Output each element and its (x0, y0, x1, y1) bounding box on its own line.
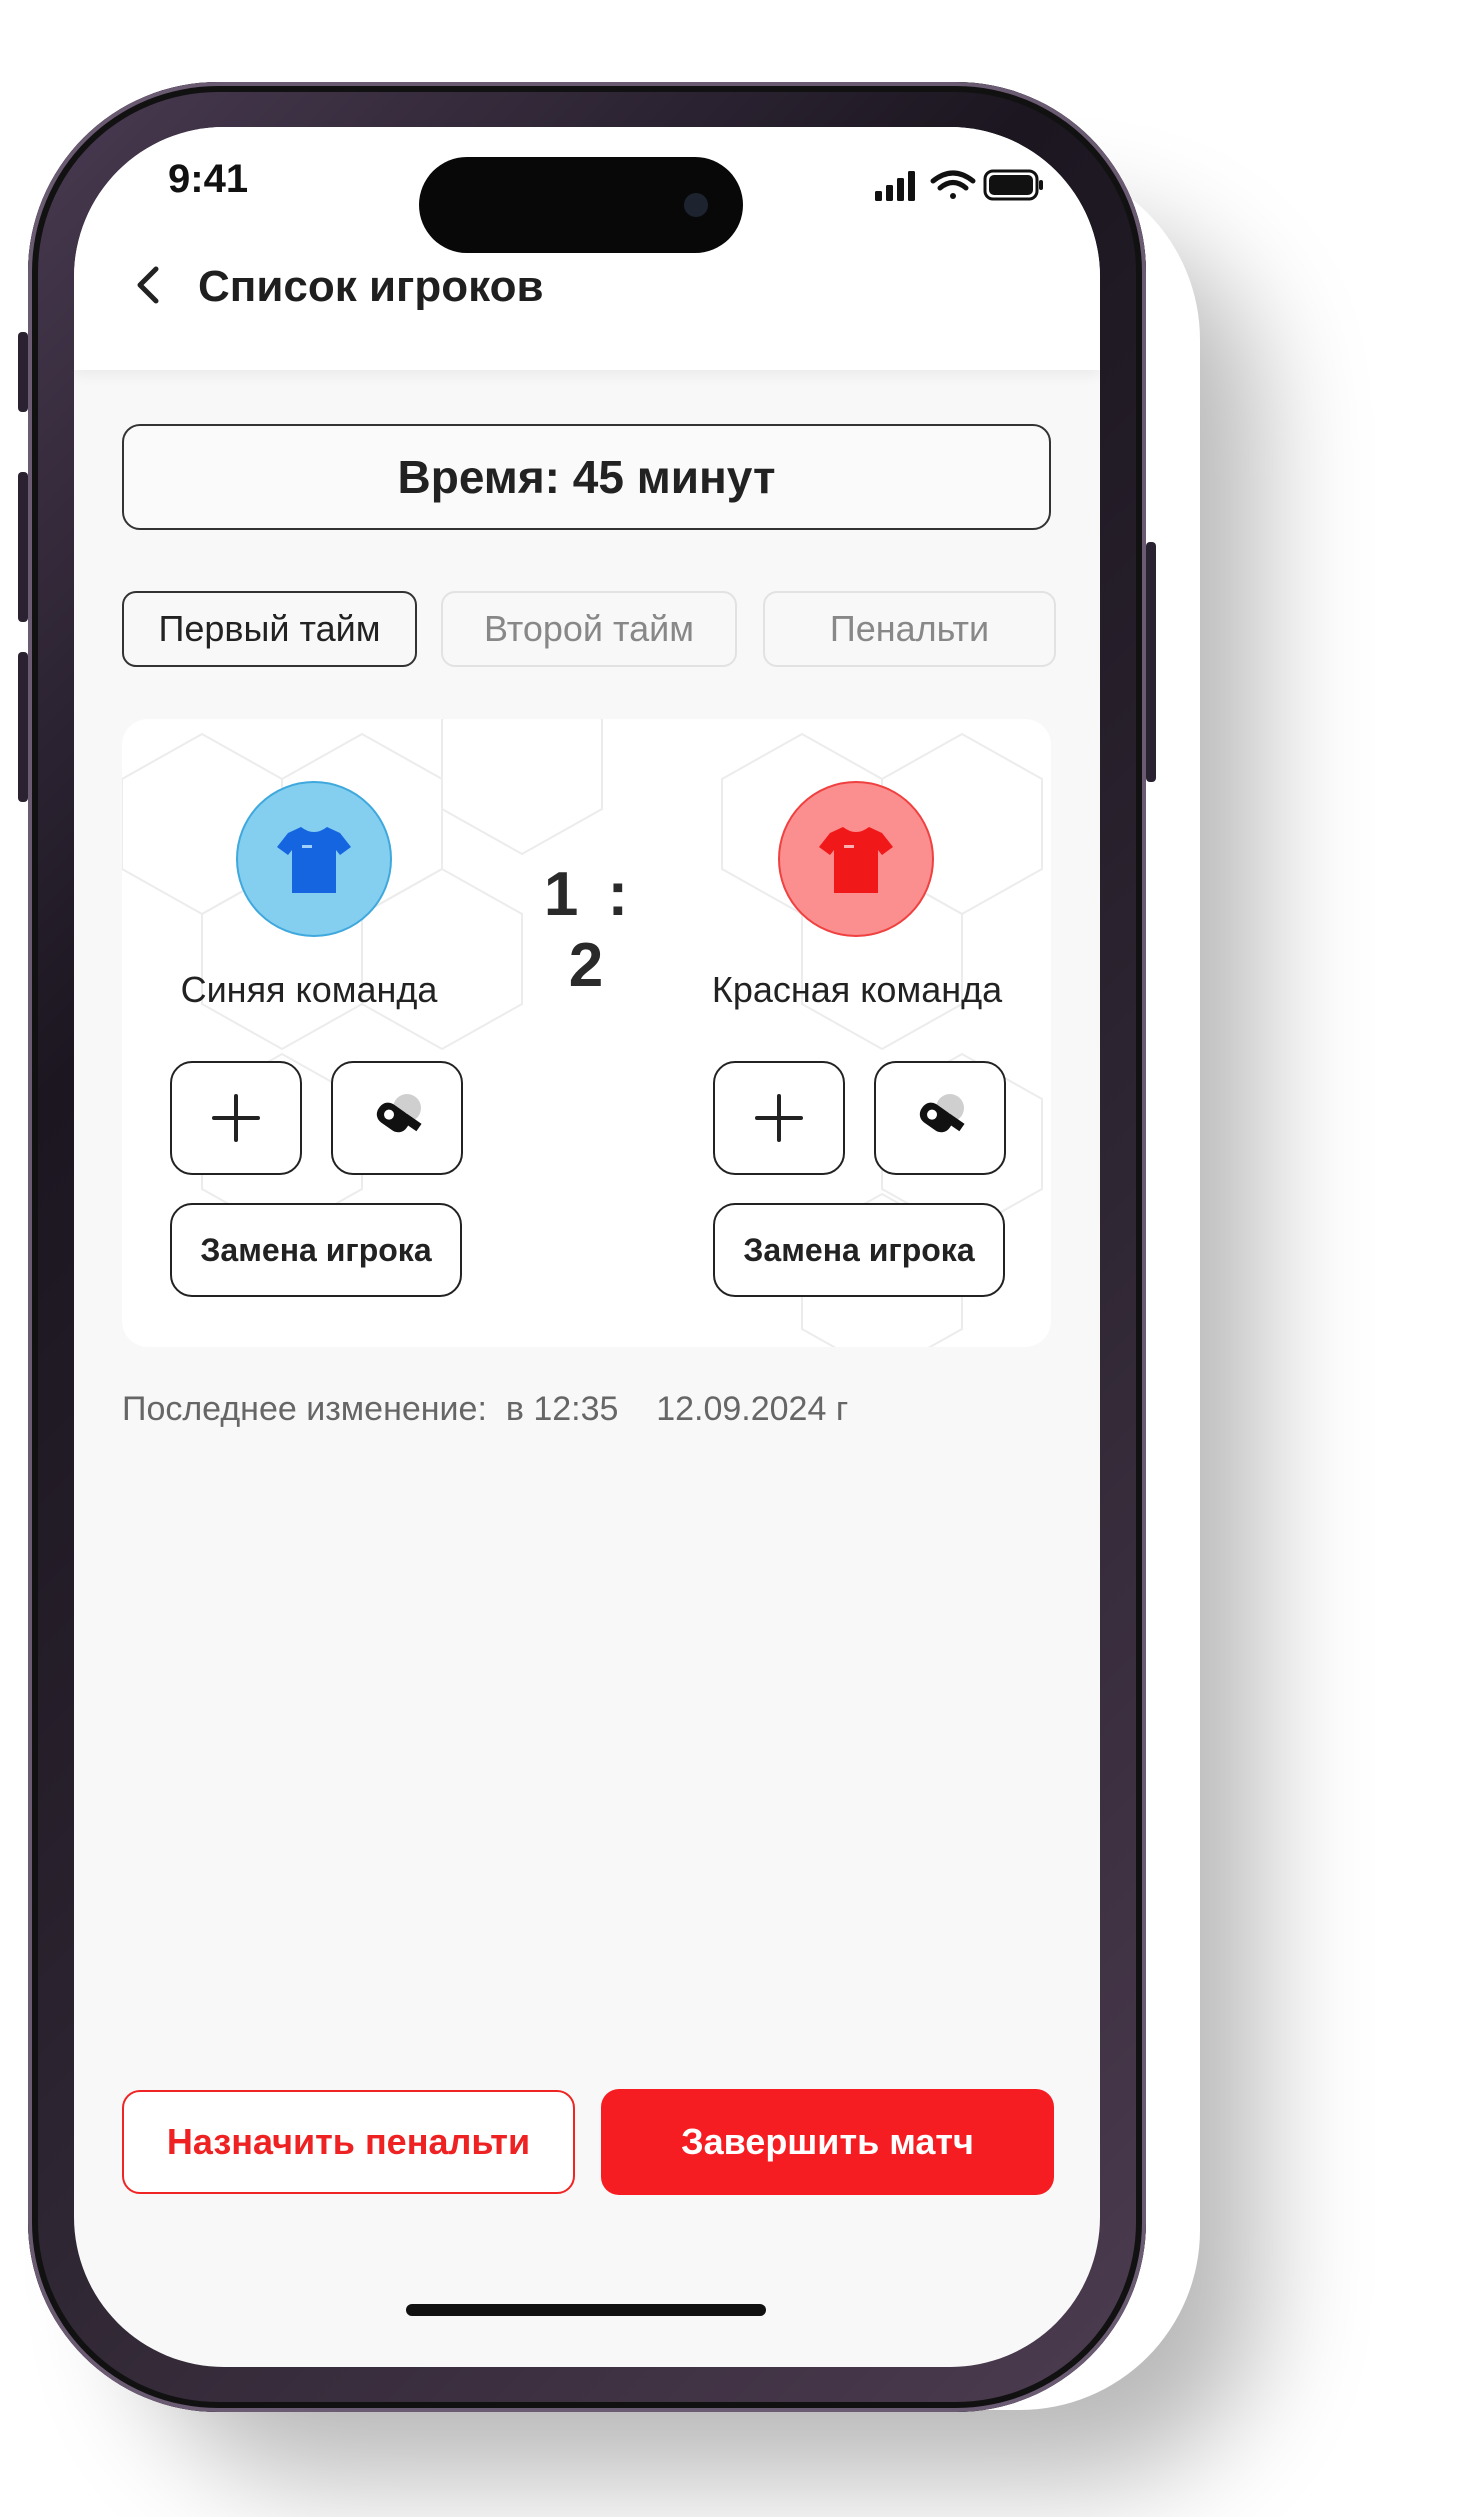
battery-icon (983, 169, 1043, 201)
match-score: 1 : 2 (543, 860, 635, 1000)
match-time-display: Время: 45 минут (122, 424, 1051, 530)
home-foul-button[interactable] (331, 1061, 463, 1175)
home-team-name: Синяя команда (180, 969, 438, 1010)
front-camera (684, 193, 708, 217)
away-add-goal-button[interactable] (713, 1061, 845, 1175)
finish-match-button[interactable]: Завершить матч (601, 2089, 1054, 2195)
whistle-icon (376, 1094, 422, 1133)
page-title: Список игроков (198, 262, 544, 311)
away-jersey-icon (819, 827, 893, 893)
whistle-icon (919, 1094, 965, 1133)
match-card: 1 : 2 Синяя команда Красная команда Заме… (122, 719, 1051, 1347)
assign-penalty-button[interactable]: Назначить пенальти (122, 2090, 575, 2194)
away-team-avatar (778, 781, 934, 937)
away-team-name: Красная команда (711, 969, 1003, 1010)
dynamic-island (419, 157, 743, 253)
side-button-volume-up (18, 472, 28, 622)
tab-first-half[interactable]: Первый тайм (122, 591, 417, 667)
tab-second-half[interactable]: Второй тайм (441, 591, 737, 667)
signal-icon (875, 171, 915, 201)
side-button-silent (18, 332, 28, 412)
home-add-goal-button[interactable] (170, 1061, 302, 1175)
status-icons (875, 169, 1043, 201)
away-substitution-button[interactable]: Замена игрока (713, 1203, 1005, 1297)
plus-icon (212, 1094, 260, 1142)
status-time: 9:41 (168, 157, 249, 201)
app-bar: 9:41 Список игроков (74, 127, 1100, 370)
last-change-label: Последнее изменение: (122, 1390, 487, 1428)
tab-penalties[interactable]: Пенальти (763, 591, 1056, 667)
app-screen: 9:41 Список игроков Время: 45 минут Перв… (74, 127, 1100, 2367)
side-button-power (1146, 542, 1156, 782)
plus-icon (755, 1094, 803, 1142)
home-jersey-icon (277, 827, 351, 893)
side-button-volume-down (18, 652, 28, 802)
home-substitution-button[interactable]: Замена игрока (170, 1203, 462, 1297)
wifi-icon (930, 170, 976, 199)
away-foul-button[interactable] (874, 1061, 1006, 1175)
last-change-date: 12.09.2024 г (656, 1390, 849, 1428)
back-arrow-icon[interactable] (118, 255, 178, 315)
last-change-info: Последнее изменение: в 12:35 12.09.2024 … (122, 1390, 848, 1429)
home-team-avatar (236, 781, 392, 937)
last-change-time: в 12:35 (505, 1390, 619, 1428)
home-indicator[interactable] (406, 2304, 766, 2316)
